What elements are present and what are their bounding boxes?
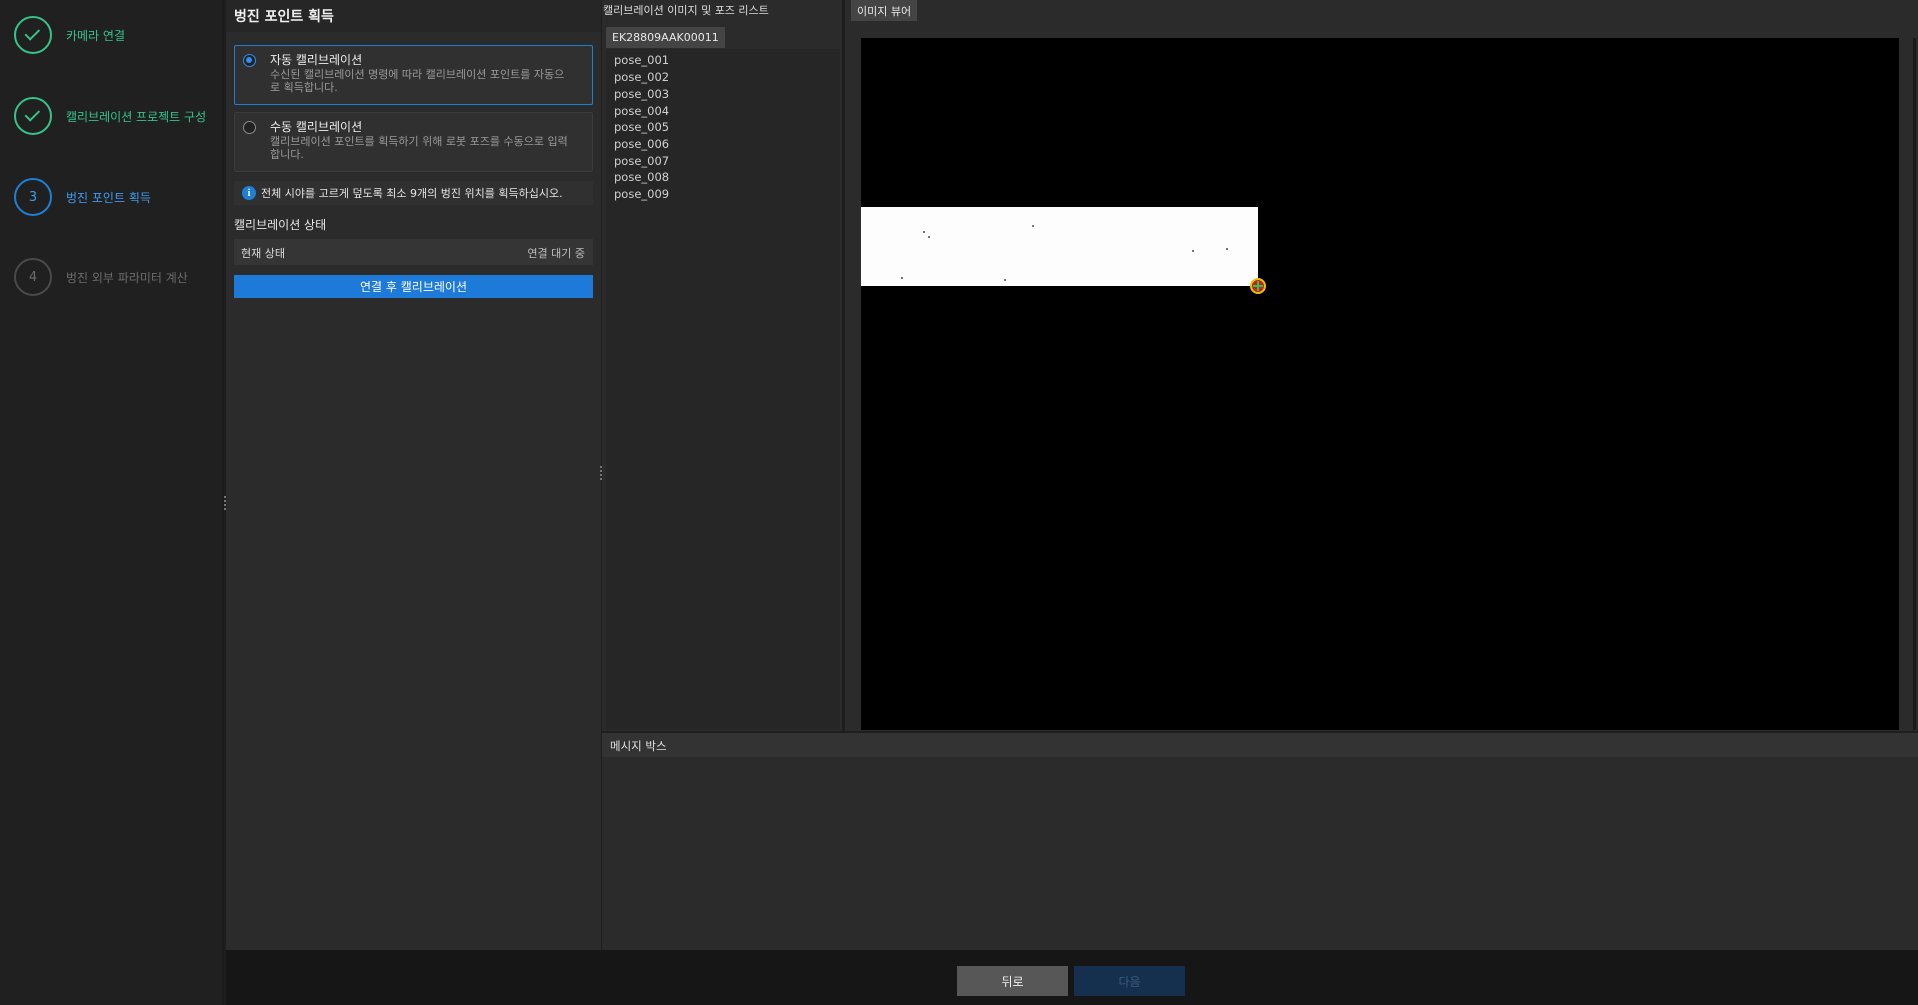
step-sidebar: 카메라 연결 캘리브레이션 프로젝트 구성 3 벙진 포인트 획득 4 벙진 외… (0, 0, 224, 1005)
option-title: 자동 캘리브레이션 (270, 53, 363, 67)
pose-item[interactable]: pose_006 (614, 137, 669, 151)
step-project-config[interactable]: 캘리브레이션 프로젝트 구성 (14, 96, 206, 136)
calibration-board-image (861, 207, 1258, 286)
panel-header: 메시지 박스 (602, 733, 1918, 757)
pose-list: pose_001 pose_002 pose_003 pose_004 pose… (606, 49, 840, 730)
option-title: 수동 캘리브레이션 (270, 120, 363, 134)
step-check-icon (14, 16, 52, 54)
status-key: 현재 상태 (241, 247, 285, 260)
status-row: 현재 상태 연결 대기 중 (234, 239, 593, 265)
pose-item[interactable]: pose_007 (614, 154, 669, 168)
option-description: 수신된 캘리브레이션 명령에 따라 캘리브레이션 포인트를 자동으로 획득합니다… (270, 68, 565, 94)
status-heading: 캘리브레이션 상태 (234, 218, 327, 232)
step-label: 벙진 포인트 획득 (66, 190, 151, 205)
pose-item[interactable]: pose_004 (614, 104, 669, 118)
panel-title: 메시지 박스 (610, 739, 667, 753)
radio-button[interactable] (243, 121, 256, 134)
viewer-tab[interactable]: 이미지 뷰어 (851, 0, 918, 21)
step-compute-params[interactable]: 4 벙진 외부 파라미터 계산 (14, 257, 188, 297)
step-check-icon (14, 97, 52, 135)
image-canvas[interactable] (861, 38, 1899, 730)
pose-item[interactable]: pose_009 (614, 187, 669, 201)
step-label: 카메라 연결 (66, 28, 126, 43)
step-number: 3 (14, 178, 52, 216)
connect-calibrate-button[interactable]: 연결 후 캘리브레이션 (234, 275, 593, 298)
panel-title: 캘리브레이션 이미지 및 포즈 리스트 (603, 4, 769, 17)
info-text: 전체 시야를 고르게 덮도록 최소 9개의 벙진 위치를 획득하십시오. (261, 187, 563, 200)
scrollbar[interactable] (1913, 38, 1916, 730)
back-button[interactable]: 뒤로 (957, 966, 1068, 996)
step-camera-connect[interactable]: 카메라 연결 (14, 15, 125, 55)
pose-item[interactable]: pose_008 (614, 170, 669, 184)
step-label: 벙진 외부 파라미터 계산 (66, 270, 188, 285)
step-number: 4 (14, 258, 52, 296)
pose-item[interactable]: pose_003 (614, 87, 669, 101)
camera-tab[interactable]: EK28809AAK00011 (606, 27, 725, 48)
pose-item[interactable]: pose_002 (614, 70, 669, 84)
message-box-panel: 메시지 박스 (602, 733, 1918, 950)
option-description: 캘리브레이션 포인트를 획득하기 위해 로봇 포즈를 수동으로 입력합니다. (270, 135, 568, 161)
footer-bar: 뒤로 다음 (226, 950, 1918, 1005)
crosshair-marker-icon (1250, 278, 1266, 294)
next-button[interactable]: 다음 (1074, 966, 1185, 996)
manual-calibration-option[interactable]: 수동 캘리브레이션 캘리브레이션 포인트를 획득하기 위해 로봇 포즈를 수동으… (234, 112, 593, 172)
info-icon: i (242, 186, 256, 200)
image-viewer-panel: 이미지 뷰어 (845, 0, 1918, 731)
config-panel: 벙진 포인트 획득 자동 캘리브레이션 수신된 캘리브레이션 명령에 따라 캘리… (226, 0, 601, 950)
pose-item[interactable]: pose_001 (614, 53, 669, 67)
info-banner: i 전체 시야를 고르게 덮도록 최소 9개의 벙진 위치를 획득하십시오. (234, 181, 593, 205)
panel-title: 벙진 포인트 획득 (234, 9, 334, 25)
status-value: 연결 대기 중 (527, 247, 585, 260)
pose-item[interactable]: pose_005 (614, 120, 669, 134)
step-point-acquire[interactable]: 3 벙진 포인트 획득 (14, 177, 151, 217)
radio-button[interactable] (243, 54, 256, 67)
step-label: 캘리브레이션 프로젝트 구성 (66, 109, 207, 124)
image-pose-list-panel: 캘리브레이션 이미지 및 포즈 리스트 EK28809AAK00011 pose… (602, 0, 842, 731)
auto-calibration-option[interactable]: 자동 캘리브레이션 수신된 캘리브레이션 명령에 따라 캘리브레이션 포인트를 … (234, 45, 593, 105)
